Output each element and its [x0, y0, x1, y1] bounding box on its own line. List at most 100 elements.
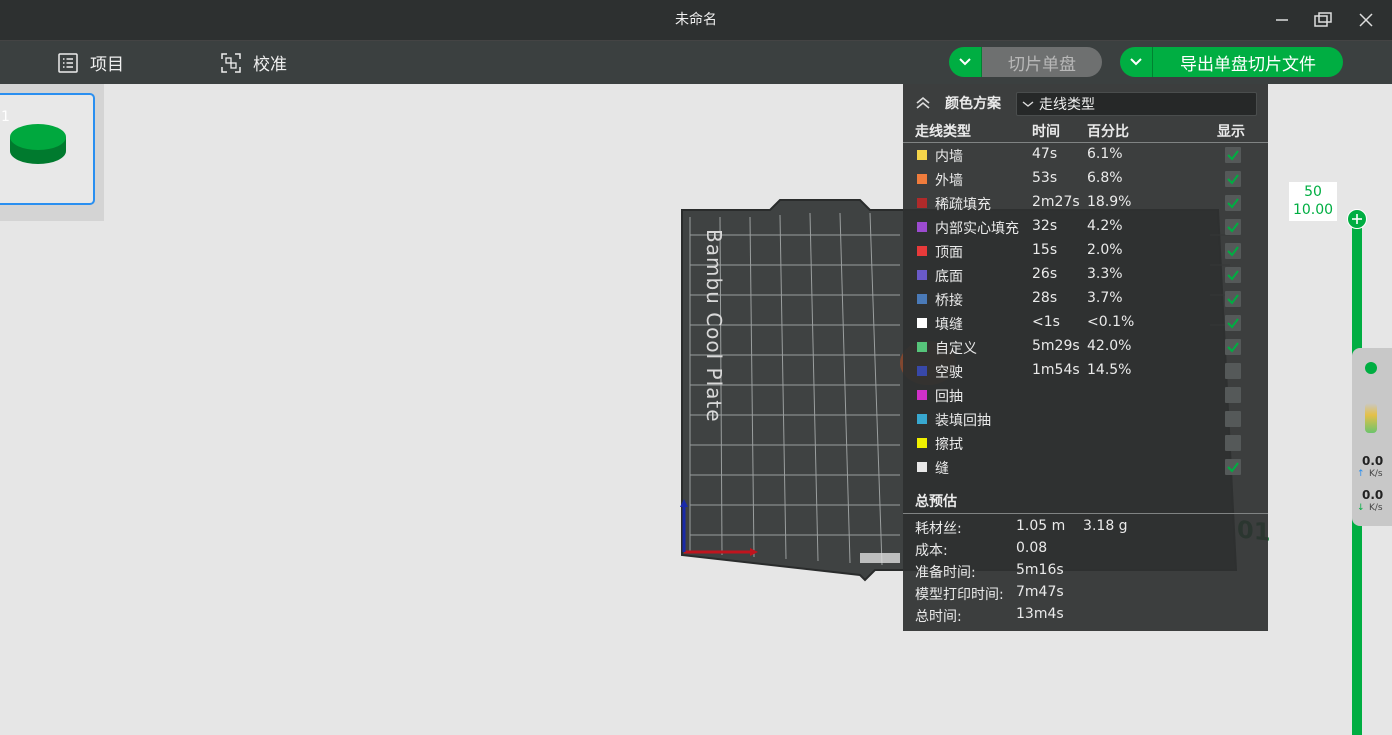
feature-time: 47s: [1032, 146, 1058, 162]
download-arrow-icon: ↓: [1357, 503, 1365, 513]
top-toolbar: 项目 校准 切片单盘 导出单盘切片文件: [0, 41, 1392, 84]
summary-value: 1.05 m 3.18 g: [1016, 518, 1128, 534]
summary-label: 耗材丝:: [915, 521, 962, 537]
close-icon[interactable]: [1354, 8, 1378, 32]
visibility-checkbox[interactable]: [1225, 363, 1241, 379]
model-preview-icon: [10, 124, 66, 164]
feature-time: 2m27s: [1032, 194, 1080, 210]
layer-height: 10.00: [1292, 202, 1334, 218]
slice-dropdown-toggle[interactable]: [949, 47, 982, 77]
legend-row: 装填回抽: [903, 407, 1268, 431]
feature-name: 自定义: [935, 341, 977, 357]
feature-time: 26s: [1032, 266, 1058, 282]
visibility-checkbox[interactable]: [1225, 171, 1241, 187]
visibility-checkbox[interactable]: [1225, 411, 1241, 427]
feature-time: 53s: [1032, 170, 1058, 186]
status-dot-icon: [1365, 362, 1377, 374]
col-header-time: 时间: [1032, 124, 1060, 140]
color-scheme-label: 颜色方案: [945, 96, 1001, 112]
collapse-icon[interactable]: [915, 95, 931, 111]
summary-value: 5m16s: [1016, 562, 1064, 578]
feature-name: 空驶: [935, 365, 963, 381]
visibility-checkbox[interactable]: [1225, 459, 1241, 475]
summary-label: 总时间:: [915, 609, 962, 625]
color-scheme-value: 走线类型: [1039, 97, 1095, 113]
feature-name: 底面: [935, 269, 963, 285]
summary-value: 7m47s: [1016, 584, 1064, 600]
visibility-checkbox[interactable]: [1225, 267, 1241, 283]
menu-calibration-label: 校准: [253, 55, 287, 75]
feature-percent: <0.1%: [1087, 314, 1135, 330]
color-swatch: [917, 390, 927, 400]
legend-row: 自定义 5m29s 42.0%: [903, 335, 1268, 359]
visibility-checkbox[interactable]: [1225, 339, 1241, 355]
color-swatch: [917, 318, 927, 328]
visibility-checkbox[interactable]: [1225, 387, 1241, 403]
summary-value: 0.08: [1016, 540, 1048, 556]
check-icon: [1227, 174, 1239, 185]
color-swatch: [917, 246, 927, 256]
summary-filament: 耗材丝: 1.05 m 3.18 g: [915, 518, 1128, 538]
menu-calibration[interactable]: 校准: [220, 41, 287, 84]
feature-percent: 2.0%: [1087, 242, 1123, 258]
visibility-checkbox[interactable]: [1225, 147, 1241, 163]
color-swatch: [917, 174, 927, 184]
check-icon: [1227, 462, 1239, 473]
export-plate-button[interactable]: 导出单盘切片文件: [1120, 47, 1343, 77]
check-icon: [1227, 222, 1239, 233]
summary-label: 成本:: [915, 543, 948, 559]
layer-slider-handle[interactable]: [1347, 209, 1367, 229]
restore-icon[interactable]: [1311, 8, 1335, 32]
color-scheme-select[interactable]: 走线类型: [1016, 92, 1257, 116]
download-speed: 0.0: [1362, 488, 1384, 502]
layer-number: 50: [1304, 184, 1322, 200]
plate-thumbnail[interactable]: 1: [0, 93, 95, 205]
menu-project-label: 项目: [90, 55, 124, 75]
title-bar: 未命名: [0, 0, 1392, 41]
slice-plate-button[interactable]: 切片单盘: [949, 47, 1102, 77]
legend-row: 底面 26s 3.3%: [903, 263, 1268, 287]
visibility-checkbox[interactable]: [1225, 243, 1241, 259]
summary-title: 总预估: [915, 494, 957, 510]
legend-row: 稀疏填充 2m27s 18.9%: [903, 191, 1268, 215]
upload-speed: 0.0: [1362, 454, 1384, 468]
download-unit: K/s: [1369, 503, 1383, 513]
color-swatch: [917, 438, 927, 448]
legend-row: 空驶 1m54s 14.5%: [903, 359, 1268, 383]
minimize-icon[interactable]: [1270, 8, 1294, 32]
menu-project[interactable]: 项目: [57, 41, 124, 84]
chevron-down-icon: [1017, 98, 1039, 110]
col-header-percent: 百分比: [1087, 124, 1129, 140]
chevron-down-icon: [959, 58, 971, 66]
visibility-checkbox[interactable]: [1225, 291, 1241, 307]
export-dropdown-toggle[interactable]: [1120, 47, 1153, 77]
summary-total-time: 总时间: 13m4s: [915, 606, 1064, 626]
feature-percent: 3.3%: [1087, 266, 1123, 282]
visibility-checkbox[interactable]: [1225, 315, 1241, 331]
feature-time: 32s: [1032, 218, 1058, 234]
legend-row: 填缝 <1s <0.1%: [903, 311, 1268, 335]
visibility-checkbox[interactable]: [1225, 195, 1241, 211]
feature-name: 顶面: [935, 245, 963, 261]
feature-percent: 3.7%: [1087, 290, 1123, 306]
feature-name: 填缝: [935, 317, 963, 333]
check-icon: [1227, 342, 1239, 353]
feature-percent: 18.9%: [1087, 194, 1132, 210]
feature-percent: 4.2%: [1087, 218, 1123, 234]
legend-row: 擦拭: [903, 431, 1268, 455]
check-icon: [1227, 198, 1239, 209]
feature-time: 1m54s: [1032, 362, 1080, 378]
network-speed-widget[interactable]: 0.0 ↑ K/s 0.0 ↓ K/s: [1352, 348, 1392, 526]
feature-name: 装填回抽: [935, 413, 991, 429]
summary-print-time: 模型打印时间: 7m47s: [915, 584, 1064, 604]
feature-percent: 14.5%: [1087, 362, 1132, 378]
slice-plate-label: 切片单盘: [982, 47, 1102, 77]
export-plate-label: 导出单盘切片文件: [1153, 47, 1343, 77]
legend-row: 外墙 53s 6.8%: [903, 167, 1268, 191]
visibility-checkbox[interactable]: [1225, 219, 1241, 235]
feature-name: 回抽: [935, 389, 963, 405]
visibility-checkbox[interactable]: [1225, 435, 1241, 451]
color-swatch: [917, 222, 927, 232]
bed-name: Bambu Cool Plate: [702, 229, 726, 423]
upload-unit: K/s: [1369, 469, 1383, 479]
